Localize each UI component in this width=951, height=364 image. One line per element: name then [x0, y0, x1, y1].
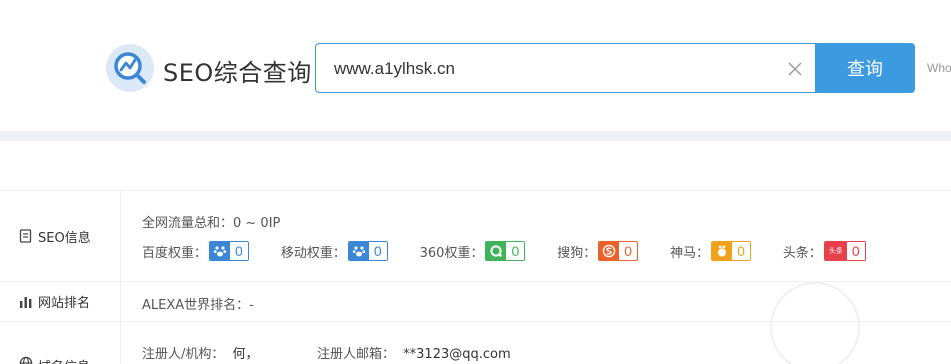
rank-label: 网站排名 [0, 282, 121, 321]
weight-mobile: 移动权重： 0 [281, 241, 388, 261]
weight-baidu-value: 0 [230, 242, 248, 260]
weight-mobile-value: 0 [368, 242, 387, 260]
weight-mobile-label: 移动权重： [280, 245, 346, 261]
weight-baidu-label: 百度权重： [142, 245, 208, 261]
header-divider [0, 131, 951, 141]
weight-baidu: 百度权重： 0 [142, 241, 249, 261]
seo-info-label-text: SEO信息 [38, 230, 91, 246]
weight-toutiao-label: 头条： [782, 245, 822, 261]
weight-360: 360权重： 0 [420, 241, 526, 261]
paw-icon [210, 242, 231, 260]
toutiao-icon: 头条 [824, 242, 847, 260]
rank-label-text: 网站排名 [38, 296, 91, 311]
weight-sogou: 搜狗： 0 [557, 241, 639, 261]
weight-toutiao-badge[interactable]: 头条 0 [823, 241, 866, 261]
document-icon [19, 229, 32, 243]
watermark-seal [770, 282, 860, 364]
traffic-total: 全网流量总和：0 ~ 0IP [142, 216, 281, 231]
registrant: 注册人/机构： 何， [142, 343, 259, 362]
alexa-rank: ALEXA世界排名：- [142, 298, 254, 313]
weight-360-badge[interactable]: 0 [485, 241, 526, 261]
weight-toutiao-value: 0 [846, 242, 865, 260]
weight-sogou-badge[interactable]: 0 [598, 241, 639, 261]
weight-baidu-badge[interactable]: 0 [209, 241, 249, 261]
bar-chart-icon [20, 296, 32, 308]
paw-icon [348, 242, 369, 260]
shenma-icon [712, 242, 733, 260]
registrant-label: 注册人/机构： [142, 347, 225, 362]
weight-shenma-label: 神马： [670, 245, 710, 261]
registrant-email: 注册人邮箱： **3123@qq.com [317, 343, 511, 362]
search-button[interactable]: 查询 [815, 43, 915, 93]
weight-sogou-label: 搜狗： [557, 245, 597, 261]
sogou-icon [599, 242, 620, 260]
email-label: 注册人邮箱： [317, 347, 396, 362]
weights-list: 百度权重： 0 移动权重： 0 360权重： 0 搜狗： 0 神马： 0 头条：… [142, 240, 898, 262]
weight-mobile-badge[interactable]: 0 [347, 241, 388, 261]
weight-shenma-value: 0 [732, 242, 750, 260]
seo-info-label: SEO信息 [0, 191, 121, 281]
email-value: **3123@qq.com [403, 347, 511, 362]
globe-icon [19, 356, 33, 364]
search-input[interactable] [334, 57, 774, 81]
360-icon [486, 242, 507, 260]
weight-360-value: 0 [506, 242, 525, 260]
weight-shenma-badge[interactable]: 0 [711, 241, 751, 261]
header: SEO综合查询 查询 Who [0, 0, 951, 131]
whois-label: 域名信息 [0, 322, 121, 364]
seo-logo-icon [106, 44, 154, 92]
seo-info-row: SEO信息 全网流量总和：0 ~ 0IP 百度权重： 0 移动权重： 0 360… [0, 191, 951, 282]
seo-info-content: 全网流量总和：0 ~ 0IP 百度权重： 0 移动权重： 0 360权重： 0 … [122, 191, 951, 281]
weight-360-label: 360权重： [419, 245, 484, 261]
weight-sogou-value: 0 [619, 242, 638, 260]
weight-shenma: 神马： 0 [670, 241, 751, 261]
close-icon[interactable] [787, 61, 803, 77]
weight-toutiao: 头条： 头条 0 [783, 241, 866, 261]
whois-label-text: 域名信息 [38, 356, 90, 364]
whois-link[interactable]: Who [927, 61, 951, 75]
registrant-value: 何， [232, 347, 259, 362]
search-box[interactable] [315, 43, 815, 93]
brand-title: SEO综合查询 [163, 59, 312, 87]
